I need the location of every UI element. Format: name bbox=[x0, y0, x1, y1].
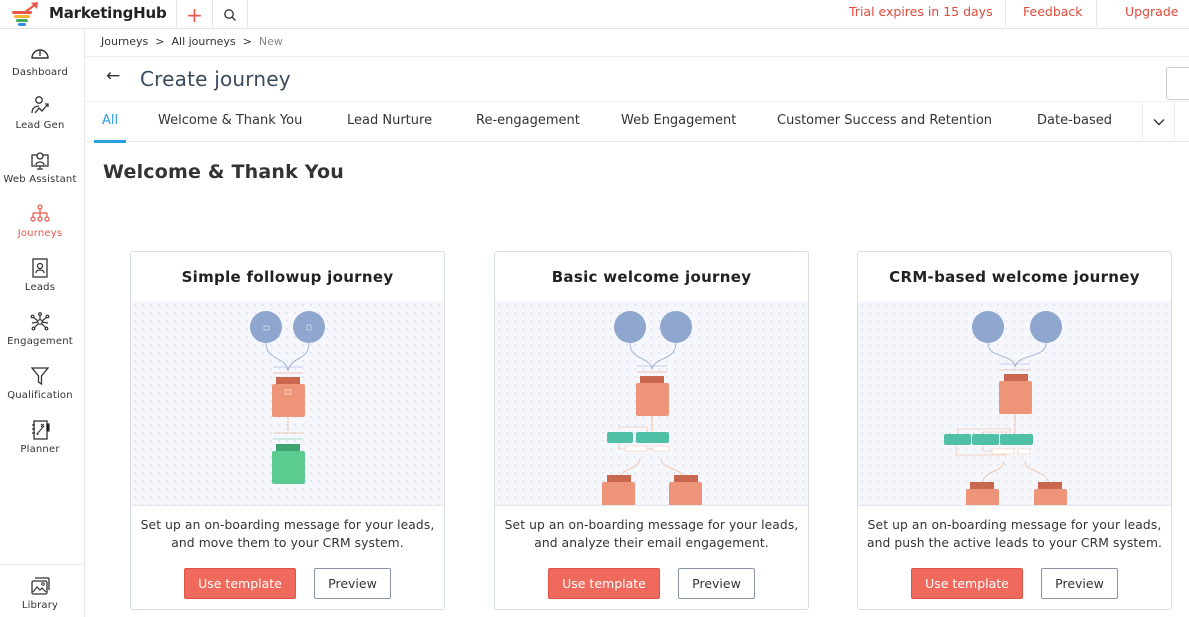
tab-re-engagement[interactable]: Re-engagement bbox=[476, 102, 580, 142]
header-action-button[interactable] bbox=[1166, 67, 1189, 100]
trigger-node bbox=[660, 311, 692, 343]
planner-icon bbox=[32, 420, 50, 440]
sidebar-item-journeys[interactable]: Journeys bbox=[0, 203, 80, 239]
breadcrumb: Journeys > All journeys > New bbox=[101, 35, 283, 48]
use-template-button[interactable]: Use template bbox=[548, 568, 660, 599]
tab-all[interactable]: All bbox=[93, 102, 127, 143]
template-card: Basic welcome journey Set up an on-board… bbox=[494, 251, 809, 610]
sidebar-item-lead-gen[interactable]: Lead Gen bbox=[0, 95, 80, 131]
response-node bbox=[636, 432, 669, 443]
card-description: Set up an on-boarding message for your l… bbox=[140, 518, 435, 550]
breadcrumb-all-journeys[interactable]: All journeys bbox=[171, 35, 235, 48]
app-name: MarketingHub bbox=[49, 4, 167, 22]
top-bar: MarketingHub + Trial expires in 15 days … bbox=[0, 0, 1189, 29]
wait-node bbox=[972, 434, 999, 445]
tab-welcome-thank-you[interactable]: Welcome & Thank You bbox=[158, 102, 302, 142]
trigger-node bbox=[1030, 311, 1062, 343]
sidebar-item-library[interactable]: Library bbox=[0, 575, 80, 611]
sidebar-item-planner[interactable]: Planner bbox=[0, 419, 80, 455]
leads-icon bbox=[32, 258, 48, 278]
upgrade-link[interactable]: Upgrade bbox=[1125, 0, 1178, 29]
journey-preview-image[interactable] bbox=[495, 301, 808, 506]
card-title: CRM-based welcome journey bbox=[889, 268, 1140, 286]
card-title: Basic welcome journey bbox=[551, 268, 752, 286]
card-description: Set up an on-boarding message for your l… bbox=[504, 518, 799, 550]
create-new-button[interactable]: + bbox=[176, 0, 212, 29]
plus-icon: + bbox=[186, 2, 203, 27]
feedback-link[interactable]: Feedback bbox=[1023, 0, 1083, 29]
marketinghub-logo-icon[interactable] bbox=[10, 2, 42, 26]
tab-web-engagement[interactable]: Web Engagement bbox=[621, 102, 736, 142]
search-button[interactable] bbox=[212, 0, 248, 29]
lead-gen-icon bbox=[31, 96, 49, 114]
wait-node bbox=[944, 434, 971, 445]
message-node bbox=[602, 482, 635, 505]
message-node bbox=[999, 381, 1032, 414]
preview-button[interactable]: Preview bbox=[1041, 568, 1118, 599]
sidebar-item-leads[interactable]: Leads bbox=[0, 257, 80, 293]
message-node bbox=[272, 384, 305, 417]
message-node bbox=[636, 383, 669, 416]
preview-button[interactable]: Preview bbox=[678, 568, 755, 599]
divider bbox=[1096, 0, 1097, 26]
sidebar-item-web-assistant[interactable]: Web Assistant bbox=[0, 149, 80, 185]
sidebar-item-dashboard[interactable]: Dashboard bbox=[0, 42, 80, 78]
gauge-icon bbox=[31, 49, 49, 59]
chevron-down-icon bbox=[1153, 119, 1164, 126]
wait-node bbox=[607, 432, 633, 443]
back-arrow-icon[interactable]: ← bbox=[106, 66, 120, 86]
message-node bbox=[966, 489, 999, 505]
message-node bbox=[669, 482, 702, 505]
tab-lead-nurture[interactable]: Lead Nurture bbox=[347, 102, 432, 142]
trigger-node bbox=[614, 311, 646, 343]
tab-date-based[interactable]: Date-based bbox=[1037, 102, 1112, 142]
trigger-node bbox=[250, 311, 282, 343]
journeys-icon bbox=[30, 204, 50, 222]
web-assistant-icon bbox=[31, 152, 49, 170]
trial-expiry-link[interactable]: Trial expires in 15 days bbox=[849, 0, 993, 29]
breadcrumb-journeys[interactable]: Journeys bbox=[101, 35, 148, 48]
breadcrumb-separator: > bbox=[242, 35, 252, 48]
engagement-icon bbox=[30, 312, 50, 331]
template-card: CRM-based welcome journey Set up an on-b… bbox=[857, 251, 1172, 610]
breadcrumb-current: New bbox=[258, 35, 283, 48]
breadcrumb-separator: > bbox=[155, 35, 165, 48]
divider bbox=[0, 564, 85, 565]
response-node bbox=[1000, 434, 1033, 445]
trigger-node bbox=[972, 311, 1004, 343]
card-title: Simple followup journey bbox=[181, 268, 394, 286]
divider bbox=[1005, 0, 1006, 26]
journey-diagram bbox=[250, 311, 325, 484]
search-icon bbox=[224, 8, 236, 21]
sidebar-item-qualification[interactable]: Qualification bbox=[0, 365, 80, 401]
category-tabs: All Welcome & Thank You Lead Nurture Re-… bbox=[85, 101, 1189, 143]
sidebar: Dashboard Lead Gen Web Assistant Journey… bbox=[0, 29, 85, 617]
section-title: Welcome & Thank You bbox=[103, 161, 344, 183]
page-title: Create journey bbox=[140, 67, 291, 91]
funnel-icon bbox=[30, 367, 50, 386]
template-card: Simple followup journey Set up an on-boa… bbox=[130, 251, 445, 610]
journey-diagram bbox=[944, 311, 1067, 505]
use-template-button[interactable]: Use template bbox=[184, 568, 296, 599]
card-description: Set up an on-boarding message for your l… bbox=[866, 518, 1163, 550]
more-tabs-button[interactable] bbox=[1142, 102, 1175, 142]
divider bbox=[85, 56, 1189, 57]
preview-button[interactable]: Preview bbox=[314, 568, 391, 599]
tab-customer-success[interactable]: Customer Success and Retention bbox=[777, 102, 992, 142]
journey-diagram bbox=[602, 311, 702, 505]
message-node bbox=[1034, 489, 1067, 505]
image-gallery-icon bbox=[31, 577, 50, 595]
journey-preview-image[interactable] bbox=[131, 301, 444, 506]
crm-node bbox=[272, 451, 305, 484]
sidebar-item-engagement[interactable]: Engagement bbox=[0, 311, 80, 347]
journey-preview-image[interactable] bbox=[858, 301, 1171, 506]
use-template-button[interactable]: Use template bbox=[911, 568, 1023, 599]
trigger-node bbox=[293, 311, 325, 343]
